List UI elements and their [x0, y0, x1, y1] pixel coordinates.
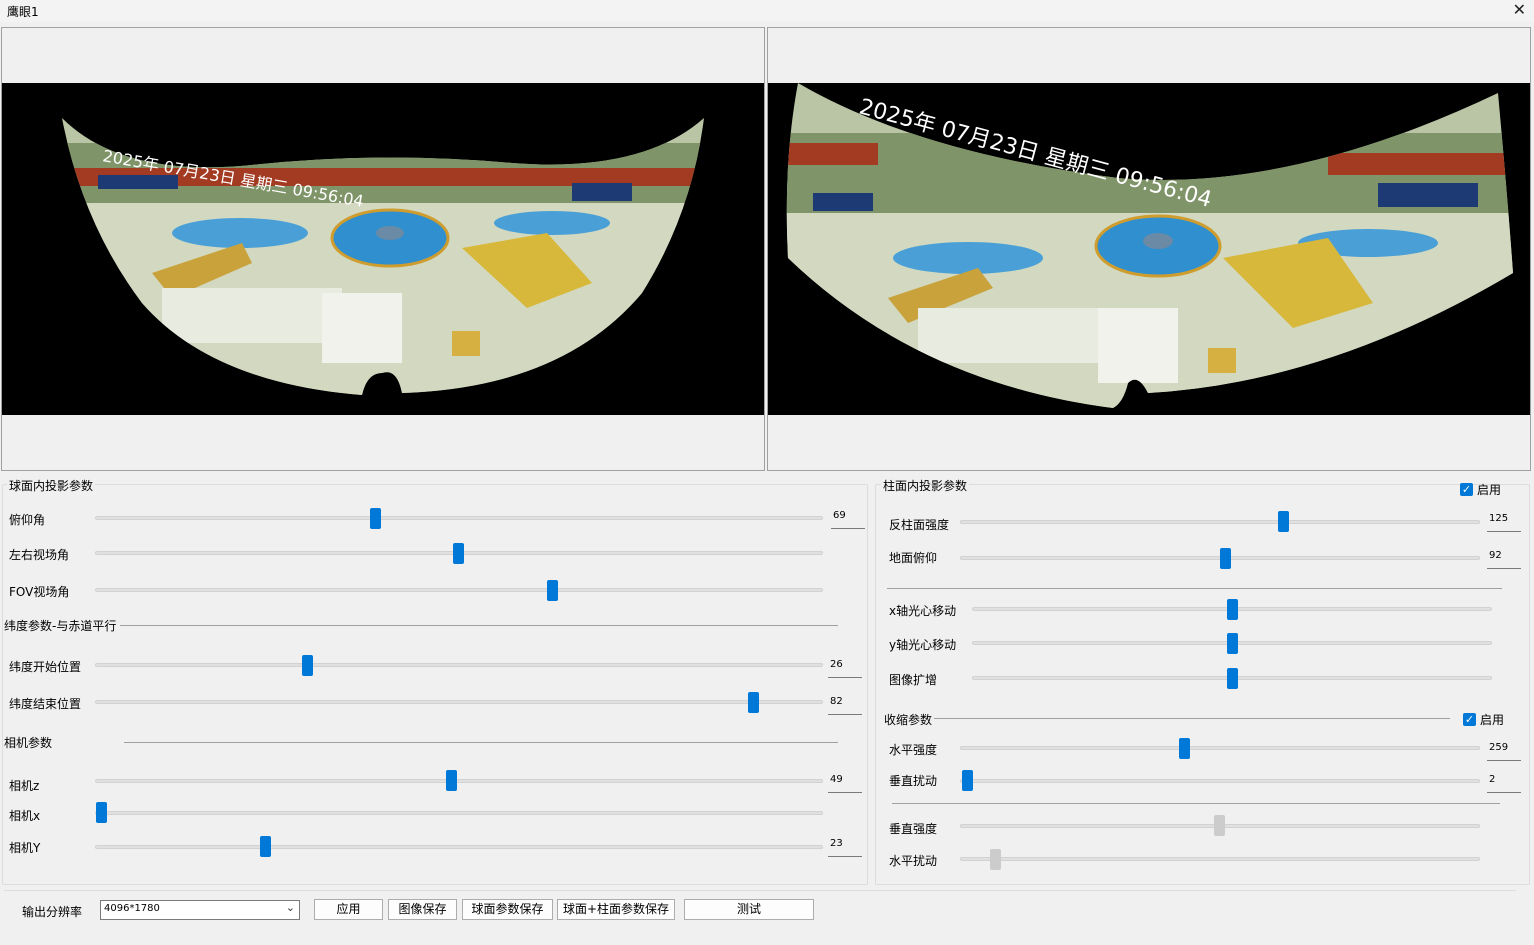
shrink-separator	[934, 718, 1450, 719]
lat-end-label: 纬度结束位置	[9, 697, 82, 711]
cylinder-params-title: 柱面内投影参数	[881, 477, 970, 494]
h-strength-value: 259	[1487, 740, 1521, 761]
anti-cylinder-slider-track[interactable]	[960, 520, 1480, 524]
cylinder-separator-2	[892, 803, 1500, 804]
v-disturb-slider-track[interactable]	[960, 779, 1480, 783]
save-image-button[interactable]: 图像保存	[388, 899, 457, 920]
v-disturb-value: 2	[1487, 772, 1521, 793]
lr-fov-slider-thumb[interactable]	[453, 543, 464, 564]
x-move-slider-thumb[interactable]	[1227, 599, 1238, 620]
v-disturb-slider-thumb[interactable]	[962, 770, 973, 791]
check-icon: ✓	[1460, 483, 1473, 496]
v-strength-label: 垂直强度	[889, 822, 938, 836]
v-disturb-label: 垂直扰动	[889, 774, 938, 788]
anti-cylinder-slider-thumb[interactable]	[1278, 511, 1289, 532]
cam-y-value: 23	[828, 836, 862, 857]
camera-group-title: 相机参数	[4, 736, 53, 750]
save-sphere-params-button[interactable]: 球面参数保存	[462, 899, 553, 920]
pitch-value: 69	[831, 508, 865, 529]
cam-y-slider-thumb[interactable]	[260, 836, 271, 857]
bottom-separator	[4, 890, 1516, 891]
lat-start-value: 26	[828, 657, 862, 678]
fov-slider-thumb[interactable]	[547, 580, 558, 601]
cam-z-label: 相机z	[9, 779, 40, 793]
h-disturb-label: 水平扰动	[889, 854, 938, 868]
title-bar: 鹰眼1 ✕	[0, 0, 1534, 22]
ground-pitch-value: 92	[1487, 548, 1521, 569]
resolution-label: 输出分辨率	[22, 905, 83, 919]
h-strength-label: 水平强度	[889, 743, 938, 757]
expand-label: 图像扩增	[889, 673, 938, 687]
cylinder-enable-label: 启用	[1477, 483, 1502, 497]
y-move-label: y轴光心移动	[889, 638, 957, 652]
anti-cylinder-label: 反柱面强度	[889, 518, 950, 532]
h-strength-slider-thumb[interactable]	[1179, 738, 1190, 759]
lat-start-slider-thumb[interactable]	[302, 655, 313, 676]
resolution-select[interactable]: 4096*1780 ⌄	[100, 900, 300, 920]
cam-y-slider-track[interactable]	[95, 845, 823, 849]
cam-z-slider-track[interactable]	[95, 779, 823, 783]
window-title: 鹰眼1	[7, 5, 39, 19]
v-strength-slider-thumb	[1214, 815, 1225, 836]
close-icon[interactable]: ✕	[1513, 1, 1526, 19]
sphere-params-title: 球面内投影参数	[7, 477, 96, 494]
cam-x-slider-thumb[interactable]	[96, 802, 107, 823]
fov-slider-track[interactable]	[95, 588, 823, 592]
cylinder-enable-checkbox[interactable]: ✓ 启用	[1460, 481, 1501, 498]
shrink-enable-label: 启用	[1480, 713, 1505, 727]
ground-pitch-label: 地面俯仰	[889, 551, 938, 565]
cam-z-slider-thumb[interactable]	[446, 770, 457, 791]
camera-separator	[124, 742, 838, 743]
lat-end-slider-track[interactable]	[95, 700, 823, 704]
lat-end-slider-thumb[interactable]	[748, 692, 759, 713]
expand-slider-thumb[interactable]	[1227, 668, 1238, 689]
right-dewarped-image: 2025年 07月23日 星期三 09:56:04	[786, 83, 1513, 408]
x-move-label: x轴光心移动	[889, 604, 957, 618]
apply-button[interactable]: 应用	[314, 899, 383, 920]
test-button[interactable]: 测试	[684, 899, 814, 920]
left-image-canvas: 2025年 07月23日 星期三 09:56:04	[2, 83, 764, 415]
cam-z-value: 49	[828, 772, 862, 793]
sphere-params-group	[2, 484, 868, 885]
left-image-view: 2025年 07月23日 星期三 09:56:04	[1, 27, 765, 471]
ground-pitch-slider-thumb[interactable]	[1220, 548, 1231, 569]
left-dewarped-image: 2025年 07月23日 星期三 09:56:04	[62, 118, 704, 395]
latitude-group-title: 纬度参数-与赤道平行	[4, 619, 117, 633]
h-disturb-slider-track	[960, 857, 1480, 861]
check-icon: ✓	[1463, 713, 1476, 726]
latitude-separator	[120, 625, 838, 626]
chevron-down-icon: ⌄	[285, 901, 295, 914]
y-move-slider-thumb[interactable]	[1227, 633, 1238, 654]
cam-y-label: 相机Y	[9, 841, 41, 855]
h-strength-slider-track[interactable]	[960, 746, 1480, 750]
shrink-enable-checkbox[interactable]: ✓ 启用	[1463, 711, 1504, 728]
cylinder-separator-1	[887, 588, 1502, 589]
shrink-group-title: 收缩参数	[884, 713, 933, 727]
lat-end-value: 82	[828, 694, 862, 715]
lat-start-label: 纬度开始位置	[9, 660, 82, 674]
pitch-label: 俯仰角	[9, 513, 46, 527]
lat-start-slider-track[interactable]	[95, 663, 823, 667]
pitch-slider-thumb[interactable]	[370, 508, 381, 529]
fov-label: FOV视场角	[9, 585, 70, 599]
save-sphere-cylinder-params-button[interactable]: 球面+柱面参数保存	[557, 899, 675, 920]
anti-cylinder-value: 125	[1487, 511, 1521, 532]
resolution-value: 4096*1780	[104, 903, 160, 914]
right-image-canvas: 2025年 07月23日 星期三 09:56:04	[768, 83, 1530, 415]
cam-x-label: 相机x	[9, 809, 41, 823]
pitch-slider-track[interactable]	[95, 516, 823, 520]
lr-fov-label: 左右视场角	[9, 548, 70, 562]
right-image-view: 2025年 07月23日 星期三 09:56:04	[767, 27, 1531, 471]
h-disturb-slider-thumb	[990, 849, 1001, 870]
cam-x-slider-track[interactable]	[95, 811, 823, 815]
